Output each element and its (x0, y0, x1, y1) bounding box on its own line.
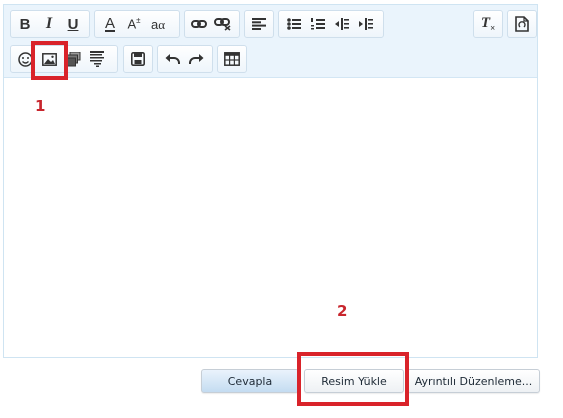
save-draft-icon (131, 52, 145, 66)
outdent-icon (335, 18, 349, 30)
annotation-box-1 (31, 41, 68, 80)
annotation-box-2 (297, 352, 409, 406)
undo-icon (165, 54, 180, 64)
text-style-group: B I U (10, 10, 90, 38)
align-left-button[interactable] (247, 12, 271, 36)
link-group (184, 10, 240, 38)
list-group (278, 10, 384, 38)
reply-button[interactable]: Cevapla (201, 369, 299, 393)
unlink-icon (214, 18, 231, 31)
italic-button[interactable]: I (37, 12, 61, 36)
font-size-icon: A± (127, 16, 141, 32)
annotation-label-2: 2 (337, 302, 348, 320)
redo-icon (188, 54, 203, 64)
source-group (507, 10, 537, 38)
font-color-button[interactable]: A (98, 12, 122, 36)
remove-format-icon: T× (480, 14, 496, 33)
bulleted-list-button[interactable] (282, 12, 306, 36)
indent-icon (359, 18, 373, 30)
italic-icon: I (45, 15, 53, 32)
rich-text-editor: B I U A A± aα T× (3, 4, 538, 358)
align-group (244, 10, 274, 38)
underline-button[interactable]: U (61, 12, 85, 36)
advanced-edit-button[interactable]: Ayrıntılı Düzenleme... (407, 369, 540, 393)
link-button[interactable] (187, 12, 211, 36)
insert-table-icon (224, 52, 240, 66)
bold-button[interactable]: B (13, 12, 37, 36)
indent-button[interactable] (354, 12, 378, 36)
editor-toolbar: B I U A A± aα T× (4, 5, 537, 78)
align-left-icon (252, 18, 266, 30)
underline-icon: U (67, 15, 79, 33)
toggle-source-icon (515, 16, 529, 32)
toggle-source-button[interactable] (510, 12, 534, 36)
unlink-button[interactable] (211, 12, 235, 36)
insert-quote-button[interactable] (85, 47, 109, 71)
font-size-button[interactable]: A± (122, 12, 146, 36)
font-family-icon: aα (150, 16, 166, 32)
insert-table-button[interactable] (220, 47, 244, 71)
history-group (157, 45, 213, 73)
editor-content-area[interactable] (4, 78, 537, 357)
font-group: A A± aα (94, 10, 180, 38)
save-draft-button[interactable] (126, 47, 150, 71)
undo-button[interactable] (160, 47, 184, 71)
annotation-label-1: 1 (35, 97, 46, 115)
link-icon (191, 20, 207, 28)
draft-group (123, 45, 153, 73)
insert-quote-icon (90, 51, 104, 67)
numbered-list-button[interactable] (306, 12, 330, 36)
redo-button[interactable] (184, 47, 208, 71)
bulleted-list-icon (287, 18, 301, 30)
outdent-button[interactable] (330, 12, 354, 36)
remove-format-group: T× (473, 10, 503, 38)
remove-format-button[interactable]: T× (476, 12, 500, 36)
table-group (217, 45, 247, 73)
numbered-list-icon (311, 18, 325, 30)
font-family-button[interactable]: aα (146, 12, 170, 36)
font-color-icon: A (104, 14, 115, 32)
bold-icon: B (19, 15, 31, 33)
